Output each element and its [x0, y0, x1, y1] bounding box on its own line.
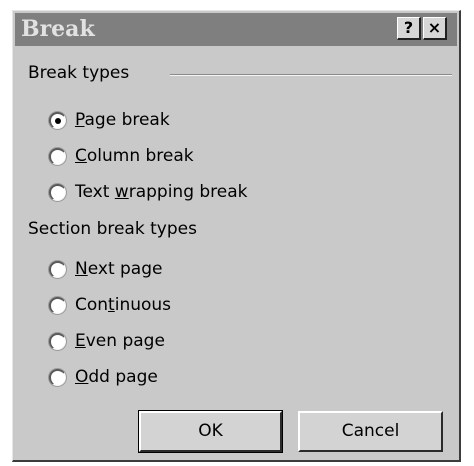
radio-label: Continuous	[75, 295, 172, 315]
section-break-types-heading: Section break types	[28, 219, 197, 239]
radio-label: Odd page	[75, 367, 158, 387]
close-button[interactable]: ×	[423, 17, 447, 40]
help-icon: ?	[403, 18, 414, 37]
help-button[interactable]: ?	[397, 17, 421, 40]
radio-continuous[interactable]: Continuous	[49, 293, 171, 317]
radio-button[interactable]	[49, 147, 66, 165]
radio-label: Next page	[75, 259, 163, 279]
title-bar[interactable]: Break ? ×	[15, 13, 457, 46]
radio-next-page[interactable]: Next page	[49, 257, 162, 281]
radio-label: Even page	[75, 331, 165, 351]
break-types-heading: Break types	[28, 63, 130, 83]
close-icon: ×	[427, 18, 442, 37]
radio-label: Column break	[75, 146, 194, 166]
cancel-button[interactable]: Cancel	[298, 411, 443, 452]
radio-button[interactable]	[49, 368, 66, 386]
radio-button[interactable]	[49, 183, 66, 201]
radio-selected-dot	[55, 117, 61, 124]
radio-page-break[interactable]: Page break	[49, 108, 170, 132]
radio-button[interactable]	[49, 111, 66, 129]
radio-button[interactable]	[49, 332, 66, 350]
break-dialog: Break ? × Break types Page break Column …	[12, 10, 461, 462]
radio-odd-page[interactable]: Odd page	[49, 365, 158, 389]
dialog-title: Break	[21, 16, 95, 42]
radio-button[interactable]	[49, 260, 66, 278]
radio-label: Page break	[75, 110, 170, 130]
radio-label: Text wrapping break	[75, 182, 248, 202]
group-separator-line	[170, 74, 452, 76]
ok-button[interactable]: OK	[138, 410, 283, 453]
radio-column-break[interactable]: Column break	[49, 144, 194, 168]
radio-even-page[interactable]: Even page	[49, 329, 165, 353]
radio-button[interactable]	[49, 296, 66, 314]
radio-text-wrapping-break[interactable]: Text wrapping break	[49, 180, 248, 204]
